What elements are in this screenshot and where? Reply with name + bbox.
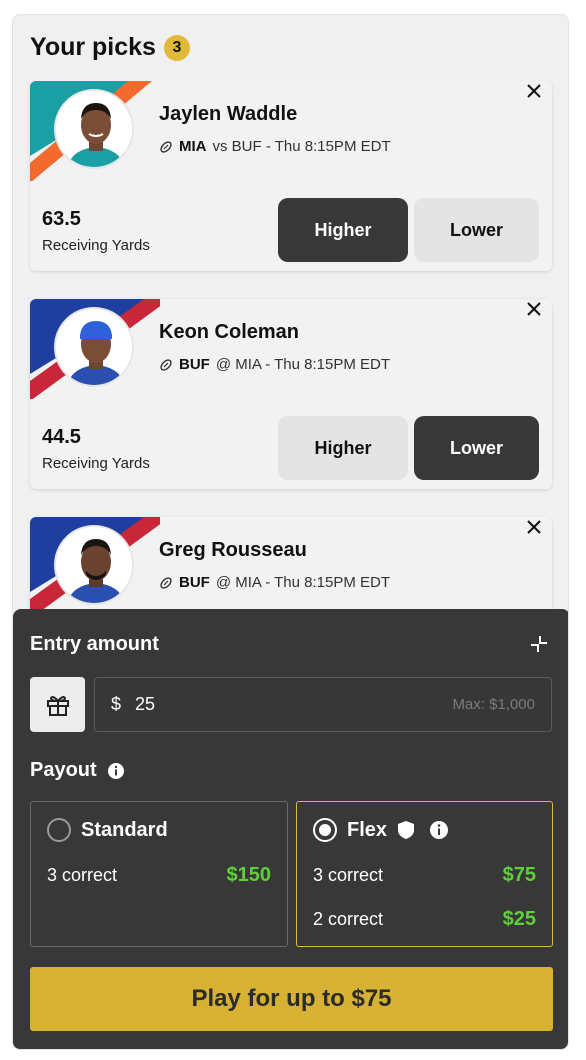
team-abbrev: BUF — [179, 356, 210, 373]
entry-panel: Entry amount $ Max: $1,000 Payout — [13, 609, 568, 1049]
payout-row: 3 correct $75 — [313, 864, 536, 887]
football-icon — [160, 140, 172, 153]
max-amount-hint: Max: $1,000 — [452, 696, 535, 713]
standard-option[interactable]: Standard 3 correct $150 — [30, 801, 288, 947]
close-icon[interactable] — [524, 517, 544, 537]
team-abbrev: MIA — [179, 138, 207, 155]
entry-amount-title: Entry amount — [30, 633, 159, 655]
matchup-text: @ MIA - Thu 8:15PM EDT — [215, 356, 390, 373]
close-icon[interactable] — [524, 299, 544, 319]
payout-row-label: 2 correct — [313, 909, 384, 929]
info-icon[interactable] — [107, 762, 125, 780]
player-avatar — [54, 525, 134, 605]
higher-lower-toggle: Higher Lower — [278, 198, 539, 262]
picks-panel: Your picks 3 Jaylen Waddle MIA vs BUF - … — [12, 14, 569, 1050]
payout-row-amount: $75 — [502, 864, 536, 886]
close-icon[interactable] — [524, 81, 544, 101]
higher-lower-toggle: Higher Lower — [278, 416, 539, 480]
stat-label: Receiving Yards — [42, 237, 150, 254]
stat-label: Receiving Yards — [42, 455, 150, 472]
team-abbrev: BUF — [179, 574, 210, 591]
pick-card: Greg Rousseau BUF @ MIA - Thu 8:15PM EDT — [30, 517, 552, 609]
payout-row-label: 3 correct — [313, 865, 384, 885]
flex-header: Flex — [313, 818, 449, 842]
pick-card: Jaylen Waddle MIA vs BUF - Thu 8:15PM ED… — [30, 81, 552, 271]
collapse-icon[interactable] — [528, 633, 550, 655]
amount-input[interactable] — [135, 694, 416, 715]
payout-row: 2 correct $25 — [313, 908, 536, 931]
pick-card: Keon Coleman BUF @ MIA - Thu 8:15PM EDT … — [30, 299, 552, 489]
matchup-text: vs BUF - Thu 8:15PM EDT — [212, 138, 391, 155]
payout-row: 3 correct $150 — [47, 864, 271, 887]
payout-row-amount: $150 — [226, 864, 272, 886]
currency-symbol: $ — [111, 694, 122, 714]
player-name: Jaylen Waddle — [159, 103, 298, 125]
standard-header: Standard — [47, 818, 168, 842]
player-avatar — [54, 307, 134, 387]
payout-row-label: 3 correct — [47, 865, 118, 885]
gift-button[interactable] — [30, 677, 85, 732]
play-button[interactable]: Play for up to $75 — [30, 967, 553, 1031]
lower-button[interactable]: Lower — [414, 198, 539, 262]
player-name: Keon Coleman — [159, 321, 300, 343]
page-title: Your picks — [30, 33, 156, 61]
picks-header: Your picks 3 — [30, 33, 190, 62]
picks-count-badge: 3 — [163, 34, 190, 61]
lower-button[interactable]: Lower — [414, 416, 539, 480]
entry-amount-field[interactable]: $ Max: $1,000 — [94, 677, 552, 732]
flex-radio[interactable] — [313, 818, 337, 842]
player-avatar — [54, 89, 134, 169]
payout-heading: Payout — [30, 759, 125, 782]
football-icon — [160, 576, 172, 589]
payout-label: Payout — [30, 759, 97, 781]
higher-button[interactable]: Higher — [278, 198, 408, 262]
flex-label: Flex — [347, 818, 388, 841]
game-info: BUF @ MIA - Thu 8:15PM EDT — [159, 356, 390, 373]
game-info: MIA vs BUF - Thu 8:15PM EDT — [159, 138, 391, 155]
game-info: BUF @ MIA - Thu 8:15PM EDT — [159, 574, 390, 591]
standard-radio[interactable] — [47, 818, 71, 842]
player-name: Greg Rousseau — [159, 539, 307, 561]
standard-label: Standard — [81, 818, 168, 841]
higher-button[interactable]: Higher — [278, 416, 408, 480]
projection-value: 63.5 — [42, 208, 81, 230]
shield-icon — [398, 821, 415, 839]
football-icon — [160, 358, 172, 371]
picks-list[interactable]: Jaylen Waddle MIA vs BUF - Thu 8:15PM ED… — [13, 81, 568, 609]
payout-row-amount: $25 — [502, 908, 536, 930]
flex-option[interactable]: Flex 3 correct $75 2 correct $25 — [296, 801, 553, 947]
projection-value: 44.5 — [42, 426, 81, 448]
info-icon[interactable] — [429, 820, 449, 840]
gift-icon — [46, 695, 69, 716]
matchup-text: @ MIA - Thu 8:15PM EDT — [215, 574, 390, 591]
